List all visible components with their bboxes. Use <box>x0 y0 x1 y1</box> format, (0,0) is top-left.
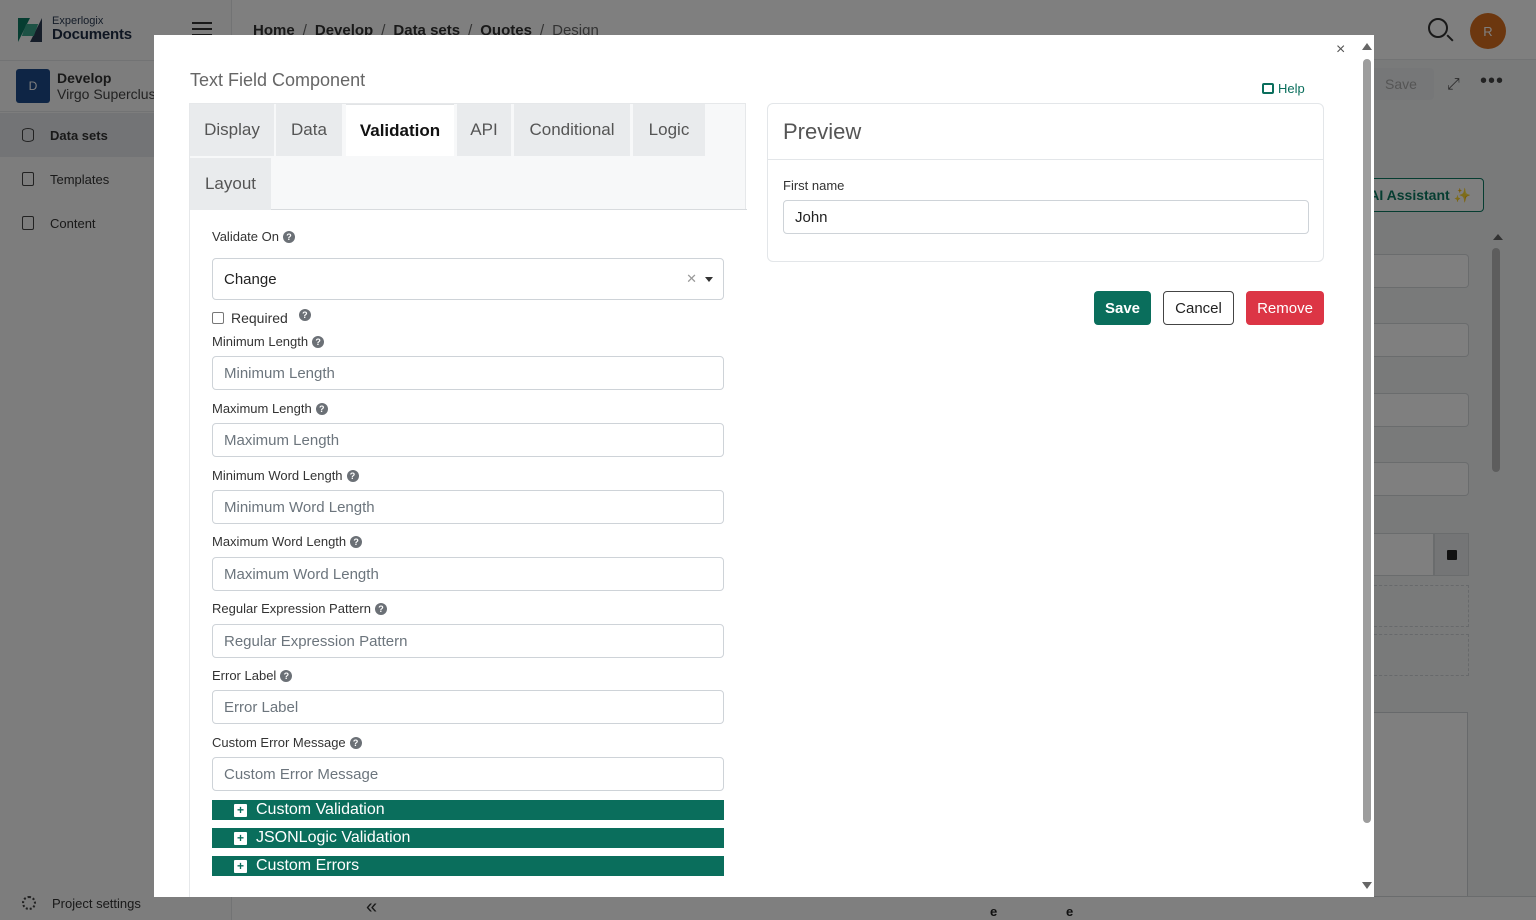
accordion-label: Custom Errors <box>256 857 360 874</box>
regex-pattern-label: Regular Expression Pattern? <box>212 601 387 616</box>
cancel-button[interactable]: Cancel <box>1163 291 1234 325</box>
field-label-text: Regular Expression Pattern <box>212 601 371 616</box>
preview-first-name-input[interactable] <box>783 200 1309 234</box>
settings-panel: Display Data Validation API Conditional … <box>189 103 747 897</box>
tab-layout[interactable]: Layout <box>190 158 271 210</box>
plus-icon: + <box>234 831 247 845</box>
required-label: Required <box>231 310 288 326</box>
tab-logic[interactable]: Logic <box>633 104 705 156</box>
custom-error-message-label: Custom Error Message? <box>212 735 362 750</box>
scroll-thumb[interactable] <box>1363 59 1371 823</box>
scroll-down-icon[interactable] <box>1362 882 1372 889</box>
help-icon[interactable]: ? <box>374 602 387 615</box>
preview-card: Preview First name <box>767 103 1324 262</box>
remove-button[interactable]: Remove <box>1246 291 1324 325</box>
modal-title: Text Field Component <box>190 70 366 90</box>
close-icon[interactable]: × <box>1336 41 1345 59</box>
plus-icon: + <box>234 859 247 873</box>
save-button[interactable]: Save <box>1094 291 1151 325</box>
field-label-text: Maximum Length <box>212 401 312 416</box>
preview-title: Preview <box>768 104 1323 160</box>
field-label-text: Minimum Word Length <box>212 468 343 483</box>
regex-pattern-input[interactable] <box>212 624 724 658</box>
select-value: Change <box>224 270 277 288</box>
help-icon[interactable]: ? <box>312 335 325 348</box>
required-checkbox[interactable] <box>212 312 224 324</box>
help-label: Help <box>1278 81 1305 96</box>
jsonlogic-validation-accordion[interactable]: + JSONLogic Validation <box>212 828 724 848</box>
accordion-label: JSONLogic Validation <box>256 829 411 846</box>
custom-validation-accordion[interactable]: + Custom Validation <box>212 800 724 820</box>
modal-scrollbar[interactable] <box>1360 35 1374 897</box>
max-word-length-label: Maximum Word Length? <box>212 534 363 549</box>
help-icon[interactable]: ? <box>282 230 295 243</box>
scroll-up-icon[interactable] <box>1362 43 1372 50</box>
field-label-text: Maximum Word Length <box>212 534 347 549</box>
help-icon[interactable]: ? <box>298 309 311 321</box>
clear-icon[interactable]: ✕ <box>686 271 697 287</box>
tab-validation[interactable]: Validation <box>346 104 454 156</box>
help-icon[interactable]: ? <box>315 402 328 415</box>
custom-errors-accordion[interactable]: + Custom Errors <box>212 856 724 876</box>
min-word-length-input[interactable] <box>212 490 724 524</box>
component-editor-modal: × Text Field Component Display Data Vali… <box>154 35 1374 897</box>
required-checkbox-row[interactable]: Required ? <box>212 309 311 326</box>
field-label-text: Custom Error Message <box>212 735 346 750</box>
validation-form: Validate On? Change ✕ Required ? Minimum… <box>190 210 747 897</box>
book-icon <box>1262 83 1274 94</box>
tab-bar: Display Data Validation API Conditional … <box>190 104 747 210</box>
plus-icon: + <box>234 803 247 817</box>
tab-display[interactable]: Display <box>190 104 274 156</box>
tab-data[interactable]: Data <box>276 104 342 156</box>
help-icon[interactable]: ? <box>280 669 293 682</box>
min-length-input[interactable] <box>212 356 724 390</box>
max-length-label: Maximum Length? <box>212 401 328 416</box>
tab-api[interactable]: API <box>457 104 511 156</box>
chevron-down-icon[interactable] <box>705 277 713 282</box>
validate-on-select[interactable]: Change ✕ <box>212 258 724 300</box>
field-label-text: Validate On <box>212 229 279 244</box>
field-label-text: Minimum Length <box>212 334 309 349</box>
validate-on-label: Validate On? <box>212 229 295 244</box>
min-word-length-label: Minimum Word Length? <box>212 468 359 483</box>
max-length-input[interactable] <box>212 423 724 457</box>
tab-conditional[interactable]: Conditional <box>514 104 630 156</box>
error-label-label: Error Label? <box>212 668 293 683</box>
help-icon[interactable]: ? <box>346 469 359 482</box>
max-word-length-input[interactable] <box>212 557 724 591</box>
custom-error-message-input[interactable] <box>212 757 724 791</box>
accordion-label: Custom Validation <box>256 801 385 818</box>
min-length-label: Minimum Length? <box>212 334 325 349</box>
field-label-text: Error Label <box>212 668 277 683</box>
error-label-input[interactable] <box>212 690 724 724</box>
help-link[interactable]: Help <box>1262 81 1305 96</box>
help-icon[interactable]: ? <box>349 736 362 749</box>
preview-field-label: First name <box>783 178 845 193</box>
help-icon[interactable]: ? <box>350 535 363 548</box>
